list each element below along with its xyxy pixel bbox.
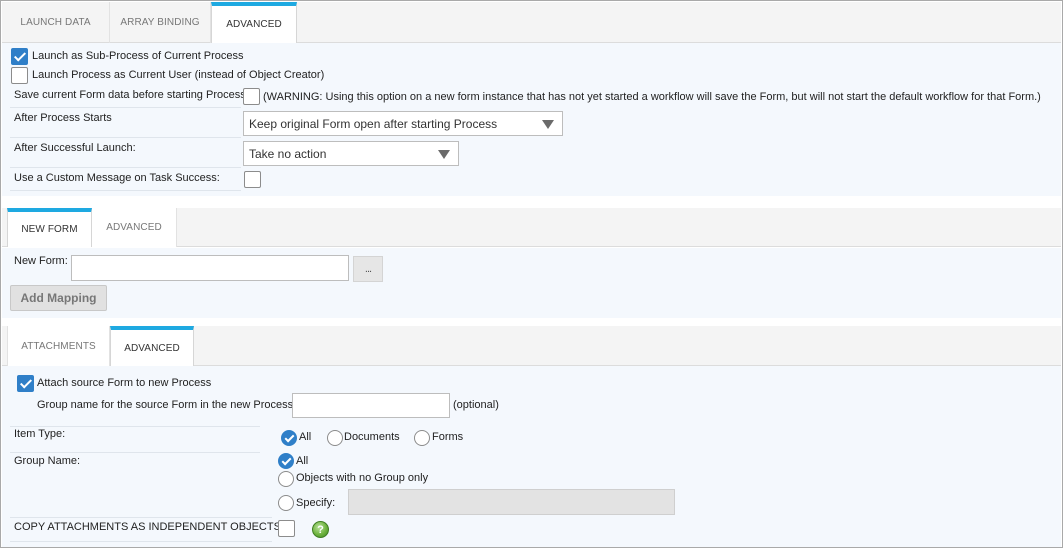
custom-message-label: Use a Custom Message on Task Success: — [14, 172, 220, 184]
group-name-label: Group Name: — [14, 455, 81, 467]
save-form-label: Save current Form data before starting P… — [14, 89, 246, 101]
divider — [10, 107, 241, 108]
group-name-source-label: Group name for the source Form in the ne… — [37, 399, 297, 411]
form-tab-bar: NEW FORM ADVANCED — [2, 208, 1061, 247]
divider — [10, 137, 241, 138]
divider — [10, 517, 272, 518]
spacer — [2, 318, 1062, 326]
group-name-no-group-radio[interactable] — [278, 471, 294, 487]
current-user-checkbox[interactable] — [11, 67, 28, 84]
browse-button[interactable]: ... — [353, 256, 383, 282]
tab-array-binding[interactable]: ARRAY BINDING — [110, 2, 211, 43]
save-form-checkbox[interactable] — [243, 88, 260, 105]
tab-new-form[interactable]: NEW FORM — [7, 208, 92, 247]
chevron-down-icon — [438, 149, 450, 159]
item-type-forms-label: Forms — [432, 431, 464, 443]
divider — [10, 541, 272, 542]
after-process-select[interactable]: Keep original Form open after starting P… — [243, 111, 563, 136]
tab-launch-data[interactable]: LAUNCH DATA — [2, 2, 110, 43]
tab-attachments-advanced[interactable]: ADVANCED — [110, 326, 194, 366]
item-type-documents-label: Documents — [344, 431, 400, 443]
divider — [10, 190, 241, 191]
divider — [10, 452, 260, 453]
item-type-forms-radio[interactable] — [414, 430, 430, 446]
sub-process-checkbox[interactable] — [11, 48, 28, 65]
chevron-down-icon — [542, 119, 554, 129]
tab-form-advanced[interactable]: ADVANCED — [92, 208, 177, 247]
add-mapping-button[interactable]: Add Mapping — [10, 285, 107, 311]
tab-advanced[interactable]: ADVANCED — [211, 2, 297, 43]
after-process-label: After Process Starts — [14, 112, 112, 124]
divider — [10, 167, 241, 168]
item-type-label: Item Type: — [14, 428, 66, 440]
item-type-all-label: All — [299, 431, 312, 443]
group-name-all-radio[interactable] — [278, 453, 294, 469]
group-name-specify-label: Specify: — [296, 497, 336, 509]
after-launch-select[interactable]: Take no action — [243, 141, 459, 166]
advanced-settings-window: LAUNCH DATA ARRAY BINDING ADVANCED Launc… — [0, 0, 1063, 548]
attach-source-label: Attach source Form to new Process — [37, 377, 212, 389]
optional-label: (optional) — [453, 399, 499, 411]
copy-attachments-checkbox[interactable] — [278, 520, 295, 537]
after-launch-value: Take no action — [249, 146, 327, 161]
after-process-value: Keep original Form open after starting P… — [249, 116, 498, 131]
group-name-all-label: All — [296, 455, 309, 467]
group-name-source-input[interactable] — [292, 393, 450, 418]
attachment-tab-bar: ATTACHMENTS ADVANCED — [2, 326, 1061, 366]
spacer — [2, 196, 1062, 208]
divider — [10, 426, 260, 427]
copy-attachments-label: COPY ATTACHMENTS AS INDEPENDENT OBJECTS — [14, 521, 281, 533]
new-form-input[interactable] — [71, 255, 349, 281]
tab-attachments[interactable]: ATTACHMENTS — [7, 326, 110, 366]
current-user-label: Launch Process as Current User (instead … — [32, 69, 325, 81]
custom-message-checkbox[interactable] — [244, 171, 261, 188]
new-form-label: New Form: — [14, 255, 68, 267]
specify-group-input[interactable] — [348, 489, 675, 515]
attach-source-checkbox[interactable] — [17, 375, 34, 392]
help-icon[interactable]: ? — [312, 521, 329, 538]
top-tab-bar: LAUNCH DATA ARRAY BINDING ADVANCED — [2, 2, 1061, 43]
save-form-warning: (WARNING: Using this option on a new for… — [263, 91, 1041, 103]
group-name-specify-radio[interactable] — [278, 495, 294, 511]
item-type-documents-radio[interactable] — [327, 430, 343, 446]
group-name-no-group-label: Objects with no Group only — [296, 472, 429, 484]
sub-process-label: Launch as Sub-Process of Current Process — [32, 50, 244, 62]
item-type-all-radio[interactable] — [281, 430, 297, 446]
after-launch-label: After Successful Launch: — [14, 142, 136, 154]
